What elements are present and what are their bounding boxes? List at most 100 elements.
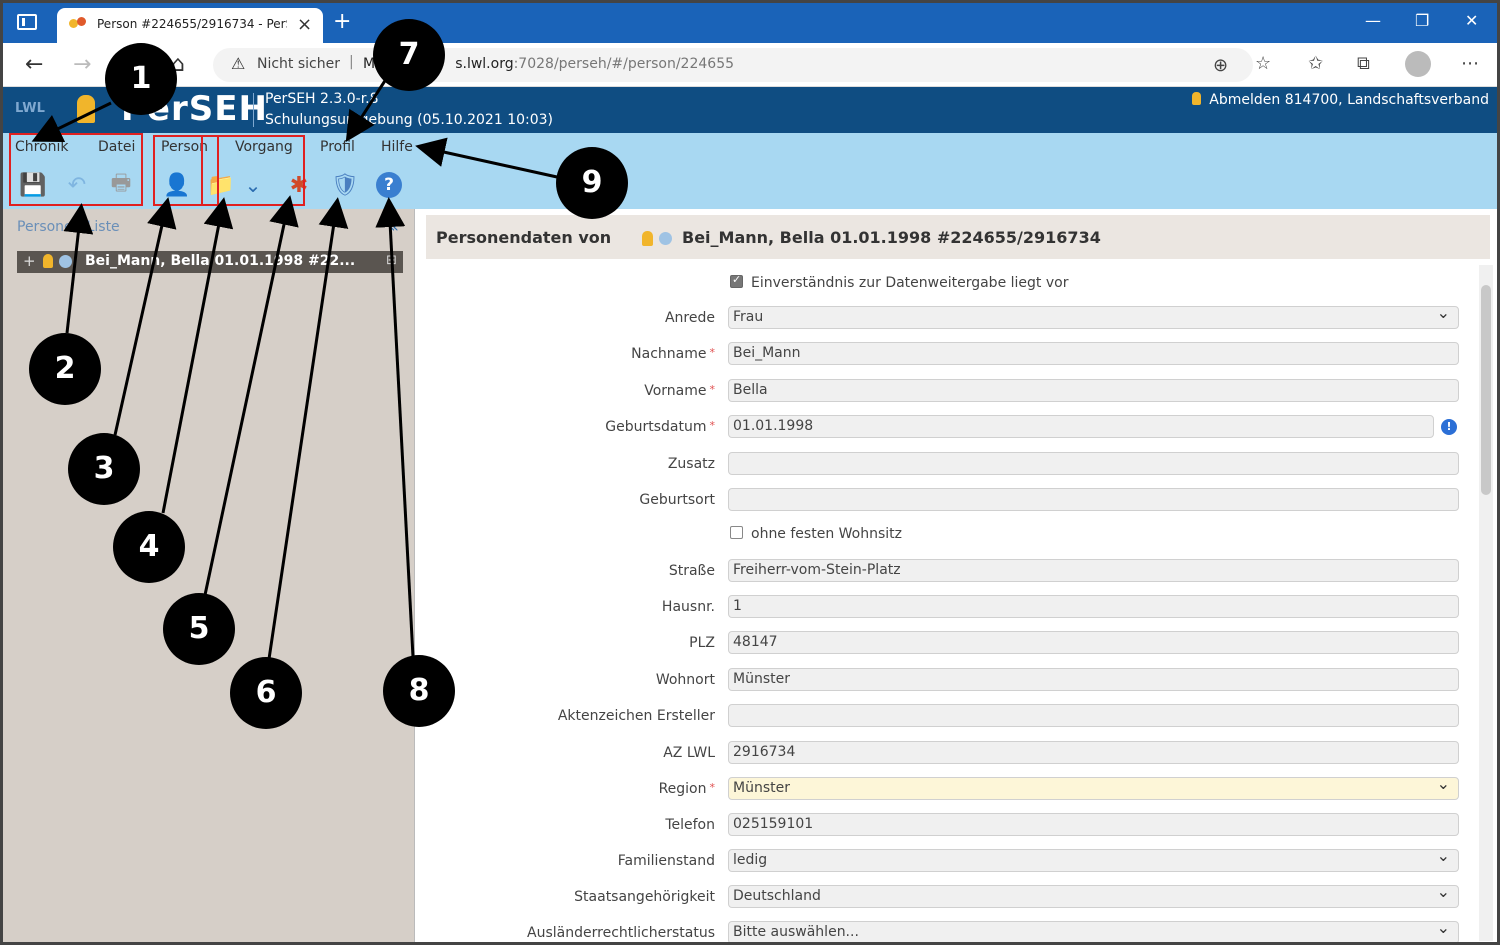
close-window-button[interactable]: ✕ bbox=[1465, 11, 1478, 30]
label-telefon: Telefon bbox=[665, 817, 715, 833]
browser-tab[interactable]: Person #224655/2916734 - PerSEH × bbox=[57, 8, 323, 43]
menu-vorgang[interactable]: Vorgang bbox=[235, 139, 293, 155]
required-mark: * bbox=[709, 346, 716, 359]
menu-bar: Chronik Datei Person Vorgang Profil Hilf… bbox=[3, 133, 1497, 163]
annotation-badge-9: 9 bbox=[556, 147, 628, 219]
vorname-input[interactable]: Bella bbox=[728, 379, 1459, 402]
save-icon[interactable]: 💾 bbox=[17, 169, 49, 201]
url-path: :7028/perseh/#/person/224655 bbox=[513, 56, 735, 72]
print-icon[interactable]: 🖶 bbox=[105, 169, 137, 201]
list-item[interactable]: + Bei_Mann, Bella 01.01.1998 #22... ⊞ bbox=[17, 251, 403, 273]
label-az-lwl-text: AZ LWL bbox=[663, 745, 715, 761]
chevron-down-icon[interactable]: ⌄ bbox=[237, 169, 269, 201]
minimize-button[interactable]: — bbox=[1365, 11, 1381, 30]
close-tab-icon[interactable]: × bbox=[297, 14, 312, 35]
app-environment: Schulungsumgebung (05.10.2021 10:03) bbox=[265, 112, 554, 128]
tab-actions-icon[interactable] bbox=[17, 14, 37, 30]
label-region-text: Region bbox=[658, 781, 707, 797]
back-button[interactable]: ← bbox=[25, 52, 43, 77]
annotation-badge-2: 2 bbox=[29, 333, 101, 405]
menu-profil[interactable]: Profil bbox=[320, 139, 355, 155]
label-vorname-text: Vorname bbox=[644, 383, 707, 399]
undo-icon[interactable]: ↶ bbox=[61, 169, 93, 201]
region-select[interactable]: Münster bbox=[728, 777, 1459, 800]
label-zusatz: Zusatz bbox=[668, 456, 715, 472]
expand-icon[interactable]: + bbox=[23, 252, 36, 270]
person-search-icon[interactable]: 👤 bbox=[161, 169, 193, 201]
staatsangehoerigkeit-value: Deutschland bbox=[733, 888, 821, 904]
familienstand-select[interactable]: ledig bbox=[728, 849, 1459, 872]
restore-button[interactable]: ❐ bbox=[1415, 11, 1429, 30]
plz-input[interactable]: 48147 bbox=[728, 631, 1459, 654]
menu-chronik[interactable]: Chronik bbox=[15, 139, 69, 155]
no-residence-checkbox[interactable] bbox=[730, 526, 743, 539]
details-header-label: Personendaten von bbox=[436, 228, 612, 247]
scrollbar-thumb[interactable] bbox=[1481, 285, 1491, 495]
favorites-icon[interactable]: ✩ bbox=[1308, 53, 1323, 74]
no-residence-label: ohne festen Wohnsitz bbox=[751, 526, 902, 542]
consent-checkbox-row[interactable]: Einverständnis zur Datenweitergabe liegt… bbox=[730, 273, 1068, 291]
warning-icon: ⚠ bbox=[231, 54, 246, 73]
label-staatsangehoerigkeit-text: Staatsangehörigkeit bbox=[574, 889, 715, 905]
label-wohnort: Wohnort bbox=[656, 672, 715, 688]
collections-icon[interactable]: ⧉ bbox=[1357, 53, 1370, 74]
annotation-badge-4: 4 bbox=[113, 511, 185, 583]
shield-icon[interactable]: 🛡 bbox=[329, 169, 361, 201]
annotation-badge-6: 6 bbox=[230, 657, 302, 729]
new-tab-button[interactable]: + bbox=[333, 9, 351, 34]
details-scrollbar[interactable] bbox=[1479, 265, 1493, 941]
annotation-badge-8: 8 bbox=[383, 655, 455, 727]
collapse-icon[interactable]: « bbox=[389, 217, 399, 236]
consent-checkbox[interactable] bbox=[730, 273, 743, 288]
no-residence-checkbox-row[interactable]: ohne festen Wohnsitz bbox=[730, 526, 902, 542]
label-plz: PLZ bbox=[689, 635, 715, 651]
auslaenderstatus-select[interactable]: Bitte auswählen... bbox=[728, 921, 1459, 942]
annotation-badge-1: 1 bbox=[105, 43, 177, 115]
label-anrede-text: Anrede bbox=[664, 310, 715, 326]
forward-button[interactable]: → bbox=[73, 52, 91, 77]
az-lwl-value: 2916734 bbox=[733, 744, 796, 760]
geburtsdatum-value: 01.01.1998 bbox=[733, 418, 814, 434]
zusatz-input[interactable] bbox=[728, 452, 1459, 475]
person-list-panel: Personen-Liste « + Bei_Mann, Bella 01.01… bbox=[3, 209, 415, 942]
staatsangehoerigkeit-select[interactable]: Deutschland bbox=[728, 885, 1459, 908]
aktenzeichen-input[interactable] bbox=[728, 704, 1459, 727]
label-anrede: Anrede bbox=[665, 310, 715, 326]
header-divider bbox=[253, 93, 254, 127]
zoom-icon[interactable]: ⊕ bbox=[1213, 55, 1228, 76]
label-plz-text: PLZ bbox=[689, 635, 715, 651]
url-bar[interactable]: ⚠ Nicht sicher | M s.lwl.org:7028/perseh… bbox=[213, 48, 1253, 82]
detail-icon[interactable]: ⊞ bbox=[386, 253, 397, 268]
favorite-icon[interactable]: ☆ bbox=[1255, 53, 1271, 74]
menu-person[interactable]: Person bbox=[161, 139, 208, 155]
info-icon[interactable]: ! bbox=[1441, 419, 1457, 435]
strasse-input[interactable]: Freiherr-vom-Stein-Platz bbox=[728, 559, 1459, 582]
logout-link[interactable]: Abmelden 814700, Landschaftsverband bbox=[1192, 92, 1489, 108]
tab-strip: Person #224655/2916734 - PerSEH × + — ❐ … bbox=[3, 3, 1497, 43]
tab-title: Person #224655/2916734 - PerSEH bbox=[97, 17, 287, 31]
telefon-input[interactable]: 025159101 bbox=[728, 813, 1459, 836]
network-icon[interactable]: ✱ bbox=[283, 169, 315, 201]
wohnort-input[interactable]: Münster bbox=[728, 668, 1459, 691]
more-icon[interactable]: ⋯ bbox=[1461, 53, 1479, 74]
label-geburtsort-text: Geburtsort bbox=[639, 492, 715, 508]
help-icon[interactable]: ? bbox=[373, 169, 405, 201]
nachname-input[interactable]: Bei_Mann bbox=[728, 342, 1459, 365]
geburtsort-input[interactable] bbox=[728, 488, 1459, 511]
menu-datei[interactable]: Datei bbox=[98, 139, 135, 155]
az-lwl-input[interactable]: 2916734 bbox=[728, 741, 1459, 764]
label-geburtsort: Geburtsort bbox=[639, 492, 715, 508]
logout-user-label: Abmelden 814700, Landschaftsverband bbox=[1209, 92, 1489, 108]
app-header: LWL PerSEH PerSEH 2.3.0-r.8 Schulungsumg… bbox=[3, 87, 1497, 133]
hausnr-input[interactable]: 1 bbox=[728, 595, 1459, 618]
label-vorname: Vorname * bbox=[644, 383, 715, 399]
person-icon bbox=[642, 231, 653, 246]
new-case-icon[interactable]: 📁 bbox=[205, 169, 237, 201]
geburtsdatum-input[interactable]: 01.01.1998 bbox=[728, 415, 1434, 438]
region-value: Münster bbox=[733, 780, 790, 796]
auslaenderstatus-value: Bitte auswählen... bbox=[733, 924, 859, 940]
profile-avatar[interactable] bbox=[1405, 51, 1431, 77]
anrede-select[interactable]: Frau bbox=[728, 306, 1459, 329]
menu-hilfe[interactable]: Hilfe bbox=[381, 139, 413, 155]
label-geburtsdatum-text: Geburtsdatum bbox=[605, 419, 707, 435]
